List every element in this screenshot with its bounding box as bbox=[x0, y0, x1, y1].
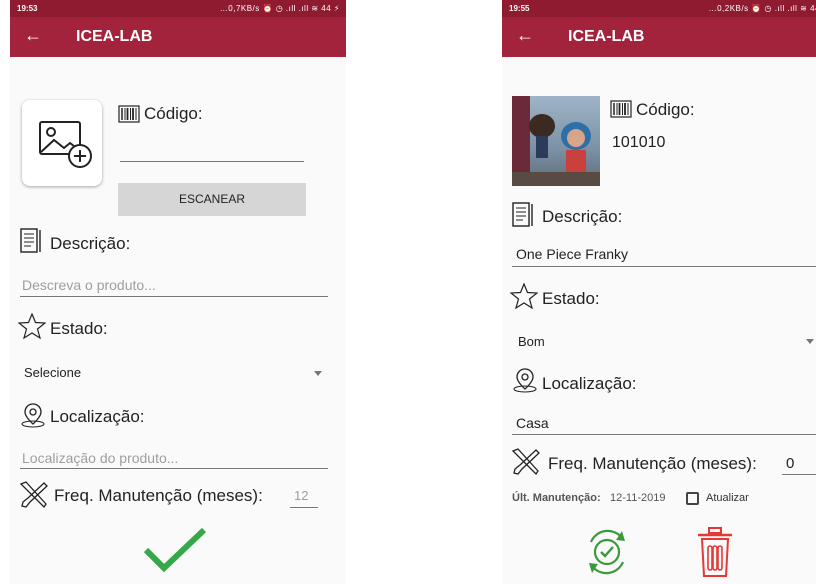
ult-manutencao-label: Últ. Manutenção: bbox=[512, 492, 601, 504]
localizacao-input[interactable]: Casa bbox=[516, 415, 549, 431]
freq-input[interactable]: 12 bbox=[294, 488, 308, 503]
photo-image bbox=[512, 96, 600, 186]
tools-icon bbox=[19, 481, 48, 509]
codigo-underline bbox=[120, 161, 304, 162]
estado-label: Estado: bbox=[50, 319, 108, 338]
estado-select[interactable]: Bom bbox=[518, 334, 545, 349]
sync-confirm-icon[interactable] bbox=[582, 526, 632, 578]
status-bar: 19:53 …0,7KB/s ⏰ ◷ .ıll .ıll ≋ 44 ⚡ bbox=[10, 0, 346, 17]
barcode-icon bbox=[610, 100, 632, 118]
freq-underline bbox=[290, 507, 318, 508]
descricao-label: Descrição: bbox=[50, 234, 131, 253]
app-bar: ← ICEA-LAB bbox=[10, 17, 346, 57]
codigo-label: Código: bbox=[144, 104, 203, 123]
scan-button[interactable]: ESCANEAR bbox=[118, 183, 306, 216]
status-time: 19:53 bbox=[17, 4, 38, 13]
estado-label: Estado: bbox=[542, 289, 600, 308]
freq-underline bbox=[782, 474, 816, 475]
descricao-input[interactable]: One Piece Franky bbox=[516, 246, 628, 262]
app-title: ICEA-LAB bbox=[76, 28, 153, 45]
descricao-underline bbox=[512, 266, 816, 267]
barcode-icon bbox=[118, 105, 140, 123]
chevron-down-icon[interactable] bbox=[314, 371, 322, 376]
estado-select[interactable]: Selecione bbox=[24, 365, 81, 380]
tools-icon bbox=[511, 448, 540, 476]
document-icon bbox=[20, 228, 41, 253]
descricao-underline bbox=[20, 296, 328, 297]
app-bar: ← ICEA-LAB bbox=[502, 17, 816, 57]
status-bar: 19:55 …0,2KB/s ⏰ ◷ .ıll .ıll ≋ 44 bbox=[502, 0, 816, 17]
freq-label: Freq. Manutenção (meses): bbox=[548, 454, 757, 473]
check-icon[interactable] bbox=[142, 526, 208, 576]
add-image-icon bbox=[39, 121, 92, 168]
right-screen: 19:55 …0,2KB/s ⏰ ◷ .ıll .ıll ≋ 44 ← ICEA… bbox=[502, 0, 816, 584]
descricao-input[interactable]: Descreva o produto... bbox=[22, 277, 156, 293]
atualizar-label: Atualizar bbox=[706, 492, 749, 504]
trash-icon[interactable] bbox=[694, 526, 736, 578]
status-time: 19:55 bbox=[509, 4, 530, 13]
freq-label: Freq. Manutenção (meses): bbox=[54, 486, 263, 505]
chevron-down-icon[interactable] bbox=[806, 339, 814, 344]
location-pin-icon bbox=[513, 368, 537, 393]
app-title: ICEA-LAB bbox=[568, 28, 645, 45]
left-screen: 19:53 …0,7KB/s ⏰ ◷ .ıll .ıll ≋ 44 ⚡ ← IC… bbox=[10, 0, 346, 584]
status-icons: …0,2KB/s ⏰ ◷ .ıll .ıll ≋ 44 bbox=[708, 4, 816, 13]
localizacao-underline bbox=[512, 434, 816, 435]
add-photo-button[interactable] bbox=[22, 100, 102, 186]
codigo-value: 101010 bbox=[612, 134, 666, 151]
localizacao-label: Localização: bbox=[542, 374, 637, 393]
atualizar-checkbox[interactable] bbox=[686, 492, 699, 505]
status-icons: …0,7KB/s ⏰ ◷ .ıll .ıll ≋ 44 ⚡ bbox=[219, 4, 340, 13]
star-icon bbox=[18, 313, 46, 339]
codigo-input[interactable] bbox=[120, 138, 304, 160]
descricao-label: Descrição: bbox=[542, 207, 623, 226]
freq-input[interactable]: 0 bbox=[786, 455, 794, 472]
back-arrow-icon[interactable]: ← bbox=[516, 25, 534, 46]
localizacao-input[interactable]: Localização do produto... bbox=[22, 450, 178, 466]
ult-manutencao-date: 12-11-2019 bbox=[610, 492, 666, 504]
product-photo[interactable] bbox=[512, 96, 600, 186]
codigo-label: Código: bbox=[636, 100, 695, 119]
localizacao-underline bbox=[20, 468, 328, 469]
localizacao-label: Localização: bbox=[50, 407, 145, 426]
location-pin-icon bbox=[21, 403, 45, 428]
back-arrow-icon[interactable]: ← bbox=[24, 25, 42, 46]
document-icon bbox=[512, 202, 533, 227]
star-icon bbox=[510, 283, 538, 309]
